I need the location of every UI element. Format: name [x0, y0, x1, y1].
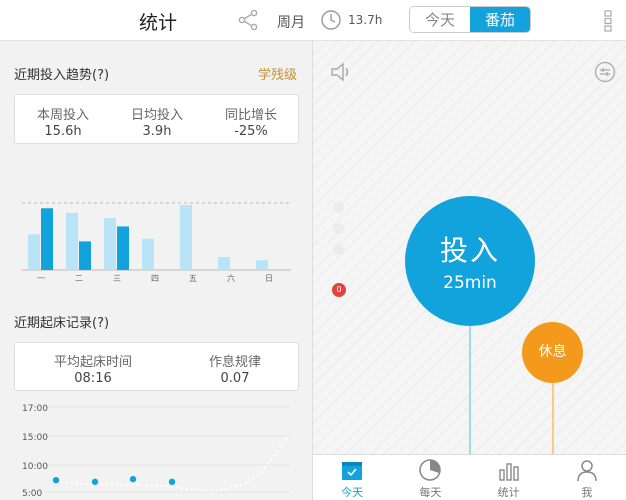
nav-label: 统计	[497, 486, 520, 499]
bar	[104, 218, 116, 270]
wake-title[interactable]: 近期起床记录(?)	[14, 312, 109, 331]
bar	[142, 238, 154, 270]
clock-icon	[321, 10, 341, 30]
session-dot	[333, 244, 344, 255]
work-track	[469, 321, 471, 454]
stat-regularity: 作息规律 0.07	[185, 351, 285, 386]
bar	[180, 205, 192, 270]
x-tick-label: 二	[75, 274, 83, 283]
work-title: 投入	[439, 234, 500, 267]
stat-wake-time: 平均起床时间 08:16	[33, 351, 153, 386]
stat-label: 日均投入	[130, 108, 183, 123]
view-switch: 今天 番茄	[409, 6, 531, 33]
page-title: 统计	[138, 12, 177, 34]
x-tick-label: 三	[113, 274, 121, 283]
data-point	[52, 477, 60, 484]
settings-sliders-icon[interactable]	[594, 61, 616, 83]
data-point	[168, 478, 176, 486]
more-vertical-icon[interactable]	[604, 10, 612, 32]
y-tick-label: 10:00	[22, 462, 48, 472]
x-tick-label: 六	[227, 273, 235, 283]
trend-stats-card: 本周投入 15.6h 日均投入 3.9h 同比增长 -25%	[14, 94, 299, 144]
share-icon[interactable]	[236, 9, 260, 31]
calendar-icon	[342, 462, 363, 480]
user-icon	[577, 460, 597, 482]
stat-daily: 日均投入 3.9h	[117, 104, 197, 139]
nav-label: 我	[581, 486, 593, 499]
bar	[79, 241, 91, 270]
y-tick-label: 5:00	[22, 489, 42, 499]
stat-value: 3.9h	[142, 124, 172, 139]
session-count-badge: 0	[332, 283, 346, 297]
stat-value: 08:16	[74, 371, 112, 386]
start-work-button[interactable]: 投入 25min	[405, 196, 535, 326]
x-tick-label: 五	[189, 274, 197, 283]
nav-stats[interactable]: 统计	[470, 455, 548, 500]
tab-today[interactable]: 今天	[410, 7, 470, 32]
nav-label: 今天	[341, 486, 364, 499]
total-hours: 13.7h	[348, 13, 383, 27]
y-tick-label: 17:00	[22, 404, 48, 414]
work-duration: 25min	[443, 273, 497, 293]
stat-value: -25%	[234, 124, 268, 139]
stat-label: 本周投入	[36, 108, 89, 123]
stat-weekly: 本周投入 15.6h	[23, 104, 103, 139]
bar	[28, 234, 40, 270]
statistics-panel: 近期投入趋势(?) 学残级 本周投入 15.6h 日均投入 3.9h 同比增长 …	[0, 41, 312, 500]
rest-track	[552, 379, 554, 454]
stat-value: 15.6h	[44, 124, 82, 139]
stat-growth: 同比增长 -25%	[211, 104, 291, 139]
volume-icon[interactable]	[329, 61, 353, 83]
stat-value: 0.07	[220, 371, 250, 386]
bar-chart-icon	[498, 463, 519, 481]
session-dot	[333, 223, 344, 234]
bar	[218, 257, 230, 270]
trend-title[interactable]: 近期投入趋势(?)	[14, 64, 109, 83]
wake-time-chart: 17:00 15:00 10:00 5:00	[22, 404, 290, 499]
weekly-bar-chart: 一二三四五六日	[22, 202, 291, 283]
bar	[256, 260, 268, 270]
bar	[66, 212, 78, 270]
y-tick-label: 15:00	[22, 433, 48, 443]
bottom-nav: 今天 每天 统计 我	[312, 454, 626, 500]
nav-daily[interactable]: 每天	[391, 455, 469, 500]
bar	[41, 208, 53, 270]
stat-label: 平均起床时间	[53, 355, 132, 370]
rest-button[interactable]: 休息	[522, 322, 583, 383]
nav-me[interactable]: 我	[548, 455, 626, 500]
stat-label: 作息规律	[208, 355, 261, 370]
bar	[117, 226, 129, 270]
timer-panel: 0 投入 25min 休息	[312, 41, 626, 454]
stat-label: 同比增长	[224, 108, 277, 123]
x-tick-label: 日	[265, 274, 273, 283]
x-tick-label: 一	[37, 274, 45, 283]
nav-today[interactable]: 今天	[313, 455, 391, 500]
data-point	[91, 478, 99, 486]
nav-label: 每天	[419, 486, 442, 499]
pie-chart-icon	[419, 459, 442, 481]
period-toggle[interactable]: 周月	[277, 12, 305, 32]
x-tick-label: 四	[151, 274, 159, 283]
top-bar: 统计 周月 13.7h 今天 番茄	[0, 0, 626, 41]
wake-stats-card: 平均起床时间 08:16 作息规律 0.07	[14, 342, 299, 391]
level-label[interactable]: 学残级	[258, 64, 297, 83]
tab-tomato[interactable]: 番茄	[470, 7, 530, 32]
data-point	[129, 475, 137, 483]
session-dot	[333, 202, 344, 213]
